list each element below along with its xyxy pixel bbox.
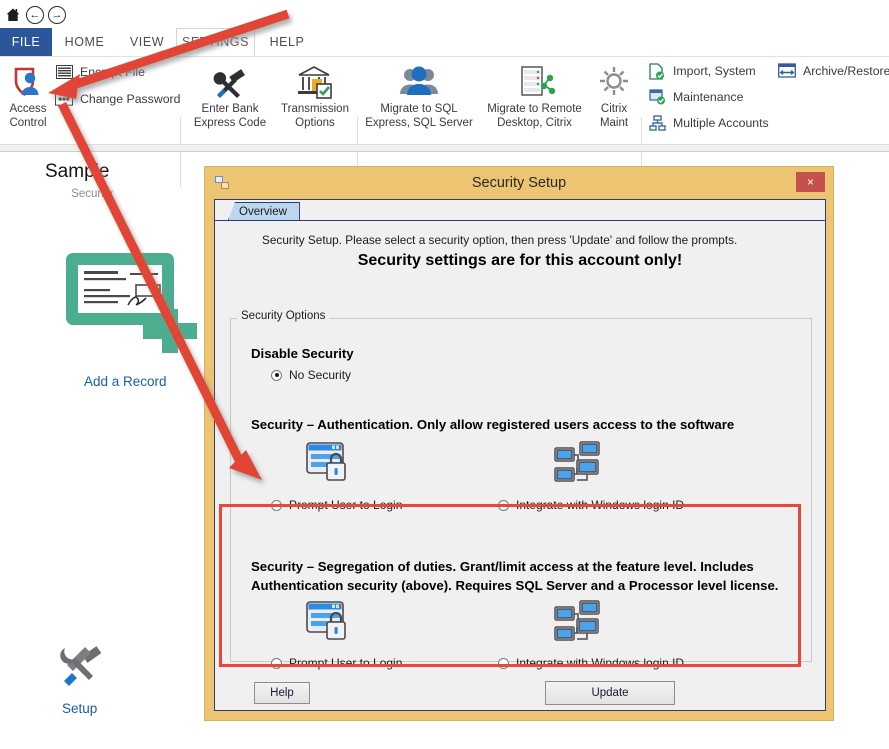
ribbon-body: Access Control Encrypt File Change Passw… [0, 56, 889, 145]
ribbon-button-label-2: Options [276, 117, 354, 131]
ribbon-tab-strip: FILE HOME VIEW SETTINGS HELP [0, 28, 889, 56]
quick-access-toolbar: ← → [0, 0, 889, 28]
security-options-legend: Security Options [237, 310, 329, 322]
ribbon-button-migrate-to-sql[interactable]: Migrate to SQL Express, SQL Server [364, 60, 474, 130]
shield-user-icon [2, 60, 54, 100]
ribbon-button-encrypt-file[interactable]: Encrypt File [55, 63, 145, 81]
check-plus-icon [62, 245, 197, 360]
ribbon-button-label: Maintenance [673, 90, 743, 104]
ribbon-button-migrate-to-remote-desktop[interactable]: Migrate to Remote Desktop, Citrix [477, 60, 592, 130]
dialog-title: Security Setup [205, 167, 833, 199]
ribbon-button-label-2: Maint [591, 117, 637, 131]
home-icon[interactable] [4, 6, 22, 24]
radio-indicator [271, 370, 282, 381]
ribbon-button-enter-bank-express-code[interactable]: Enter Bank Express Code [188, 60, 272, 130]
import-system-icon [648, 62, 666, 80]
ribbon-button-transmission-options[interactable]: Transmission Options [276, 60, 354, 130]
tools-icon [188, 60, 272, 100]
bank-check-icon [276, 60, 354, 100]
authentication-windows-login-icon-wrap[interactable] [553, 440, 603, 491]
tab-file[interactable]: FILE [0, 28, 52, 56]
add-a-record-label: Add a Record [84, 374, 167, 389]
ribbon-button-label: Archive/Restore [803, 64, 889, 78]
close-icon[interactable]: × [796, 172, 825, 192]
ribbon-button-label: Migrate to SQL [364, 103, 474, 117]
setup-tile[interactable] [55, 640, 111, 694]
ribbon-button-label: Migrate to Remote [477, 103, 592, 117]
radio-label: No Security [289, 368, 351, 382]
ribbon-button-label: Transmission [276, 103, 354, 117]
dialog-headline: Security settings are for this account o… [215, 252, 825, 270]
ribbon-button-import-system[interactable]: Import, System [648, 62, 756, 80]
maintenance-icon [648, 88, 666, 106]
login-prompt-icon [305, 440, 351, 486]
ribbon-button-label-2: Express Code [188, 117, 272, 131]
tab-home[interactable]: HOME [56, 28, 113, 56]
ribbon-button-archive-restore[interactable]: Archive/Restore [778, 62, 889, 80]
ribbon-button-label: Change Password [80, 92, 180, 106]
ribbon-button-label: Citrix [591, 103, 637, 117]
dialog-tab-strip: Overview [215, 200, 825, 221]
help-button[interactable]: Help [254, 682, 310, 704]
password-dots-icon [55, 90, 73, 108]
multiple-accounts-icon [648, 114, 666, 132]
ribbon-button-change-password[interactable]: Change Password [55, 90, 180, 108]
server-share-icon [477, 60, 592, 100]
ribbon-button-label-2: Control [2, 117, 54, 131]
ribbon-button-label: Import, System [673, 64, 756, 78]
forward-arrow-icon[interactable]: → [48, 6, 66, 24]
ribbon-button-label: Access [2, 103, 54, 117]
ribbon-button-access-control[interactable]: Access Control [2, 60, 54, 130]
tab-settings[interactable]: SETTINGS [176, 28, 255, 56]
ribbon-button-label-2: Express, SQL Server [364, 117, 474, 131]
encrypt-file-icon [55, 63, 73, 81]
add-a-record-tile[interactable] [62, 245, 197, 365]
network-computers-icon [553, 440, 603, 486]
group-separator [180, 117, 181, 187]
update-button[interactable]: Update [545, 681, 675, 705]
ribbon-button-label: Encrypt File [80, 65, 145, 79]
tab-overview[interactable]: Overview [228, 202, 300, 220]
authentication-prompt-login-icon-wrap[interactable] [305, 440, 351, 491]
ribbon-button-multiple-accounts[interactable]: Multiple Accounts [648, 114, 769, 132]
ribbon-group-label-security: Security [52, 188, 132, 200]
tab-view[interactable]: VIEW [121, 28, 173, 56]
setup-label: Setup [62, 701, 97, 716]
ribbon-bottom-border [0, 144, 889, 152]
ribbon-button-citrix-maint[interactable]: Citrix Maint [591, 60, 637, 130]
wrench-hammer-icon [55, 640, 111, 694]
archive-restore-icon [778, 62, 796, 80]
gear-icon [591, 60, 637, 100]
tab-help[interactable]: HELP [259, 28, 315, 56]
authentication-heading: Security – Authentication. Only allow re… [251, 417, 734, 432]
disable-security-heading: Disable Security [251, 346, 354, 361]
ribbon-button-label-2: Desktop, Citrix [477, 117, 592, 131]
ribbon-button-label: Enter Bank [188, 103, 272, 117]
radio-no-security[interactable]: No Security [271, 368, 351, 382]
back-arrow-icon[interactable]: ← [26, 6, 44, 24]
ribbon-button-label: Multiple Accounts [673, 116, 769, 130]
segregation-highlight-box [219, 504, 801, 667]
sample-label: Sample [45, 161, 109, 183]
dialog-intro-text: Security Setup. Please select a security… [262, 233, 737, 247]
ribbon-button-maintenance[interactable]: Maintenance [648, 88, 743, 106]
users-icon [364, 60, 474, 100]
